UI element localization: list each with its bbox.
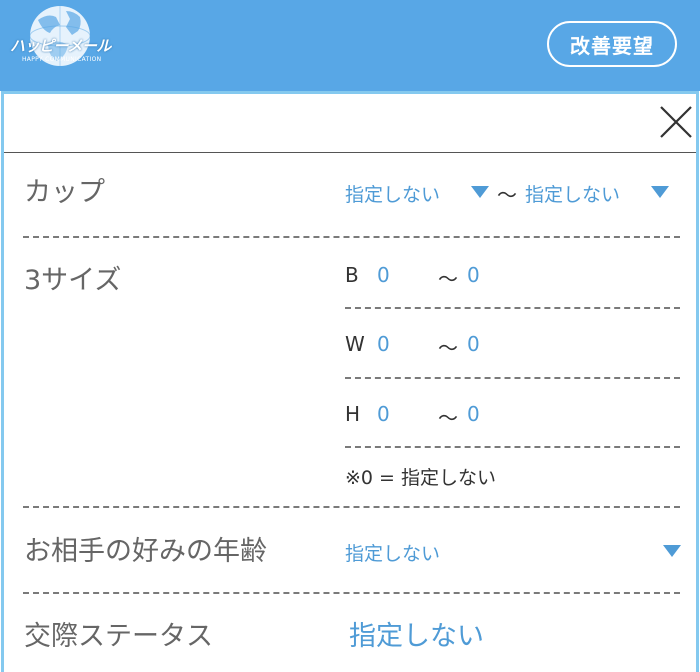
cup-label: カップ <box>24 177 105 208</box>
close-button[interactable] <box>658 104 694 140</box>
bust-to-input[interactable]: 0 <box>467 263 480 287</box>
preferred-age-label: お相手の好みの年齢 <box>24 536 267 567</box>
app-logo[interactable]: ハッピーメール HAPPY COMMUNICATION <box>8 5 120 71</box>
panel-top-bar <box>4 94 696 153</box>
divider <box>23 506 680 508</box>
relationship-status-label: 交際ステータス <box>24 621 213 652</box>
logo-subtitle: HAPPY COMMUNICATION <box>22 56 102 63</box>
hip-range-separator: 〜 <box>438 406 458 430</box>
app-header: ハッピーメール HAPPY COMMUNICATION 改善要望 <box>0 0 700 91</box>
chevron-down-icon[interactable] <box>471 186 489 198</box>
three-size-label: 3サイズ <box>24 265 122 296</box>
hip-from-input[interactable]: 0 <box>377 402 390 426</box>
divider <box>345 307 680 309</box>
bust-label: B <box>345 263 359 287</box>
waist-range-separator: 〜 <box>438 336 458 360</box>
logo-text: ハッピーメール <box>10 37 111 55</box>
close-icon <box>660 106 692 138</box>
improvement-request-button[interactable]: 改善要望 <box>547 21 677 67</box>
cup-to-select[interactable]: 指定しない <box>525 180 620 207</box>
bust-range-separator: 〜 <box>438 267 458 291</box>
cup-range-separator: 〜 <box>497 183 517 207</box>
chevron-down-icon[interactable] <box>663 545 681 557</box>
divider <box>345 446 680 448</box>
hip-label: H <box>345 402 361 426</box>
waist-from-input[interactable]: 0 <box>377 332 390 356</box>
divider <box>345 377 680 379</box>
search-condition-panel: カップ 指定しない 〜 指定しない 3サイズ B 0 〜 0 W 0 〜 0 H… <box>1 91 699 672</box>
waist-to-input[interactable]: 0 <box>467 332 480 356</box>
waist-label: W <box>345 332 365 356</box>
divider <box>23 236 680 238</box>
relationship-status-select[interactable]: 指定しない <box>349 614 484 653</box>
cup-from-select[interactable]: 指定しない <box>345 180 440 207</box>
divider <box>23 592 680 594</box>
bust-from-input[interactable]: 0 <box>377 263 390 287</box>
size-note: ※0 = 指定しない <box>345 467 497 489</box>
chevron-down-icon[interactable] <box>651 186 669 198</box>
hip-to-input[interactable]: 0 <box>467 402 480 426</box>
preferred-age-select[interactable]: 指定しない <box>345 539 440 566</box>
